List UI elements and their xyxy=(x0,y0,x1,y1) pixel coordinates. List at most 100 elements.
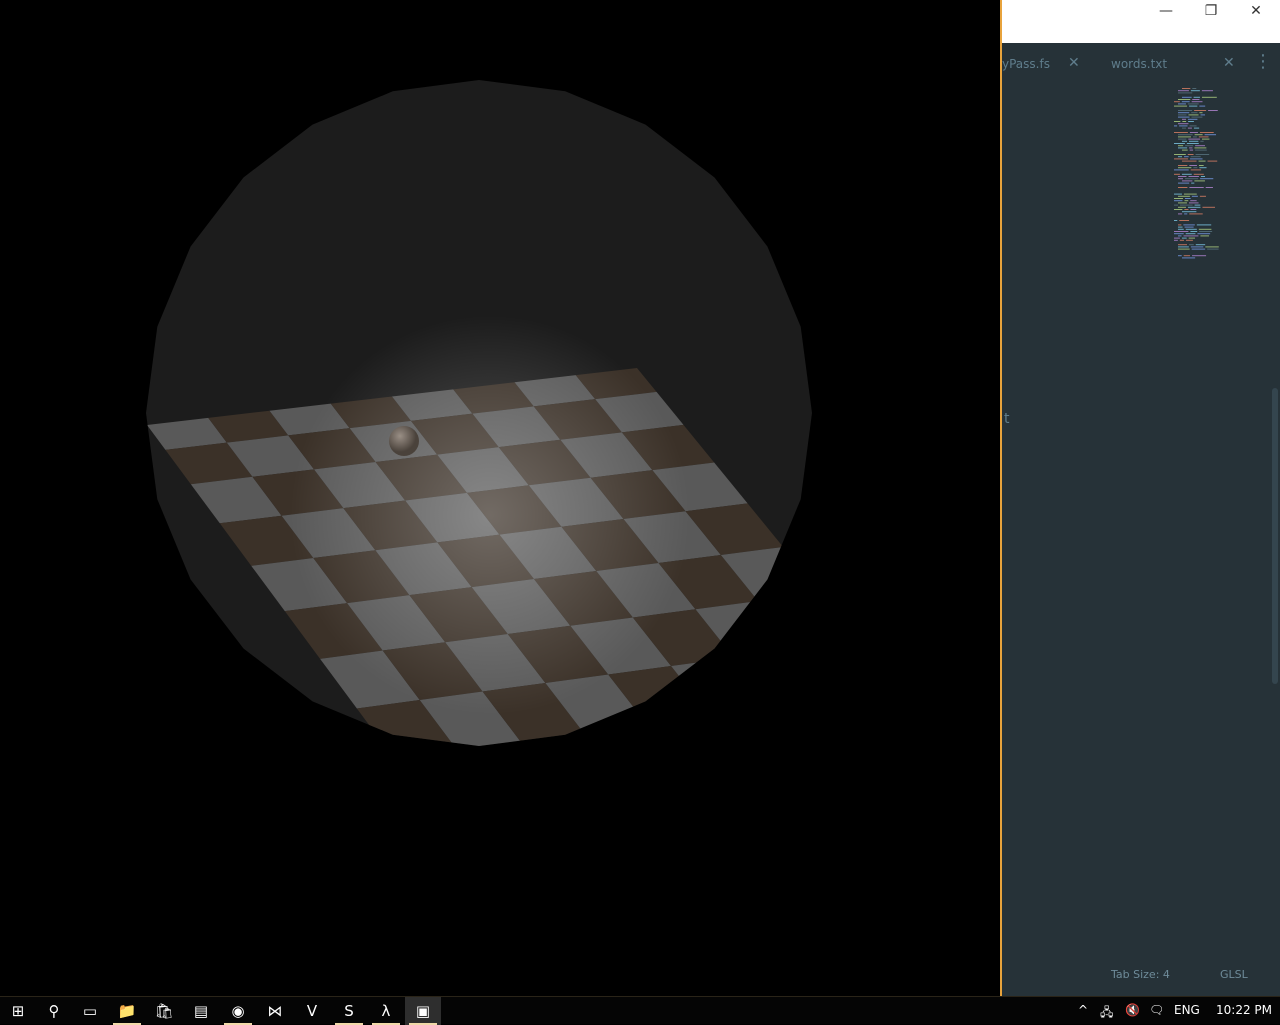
minimap-line xyxy=(1181,101,1190,103)
minimap-line xyxy=(1189,140,1199,142)
minimap-line xyxy=(1182,121,1187,122)
tab-size-indicator[interactable]: Tab Size: 4 xyxy=(1111,968,1170,981)
syntax-indicator[interactable]: GLSL xyxy=(1220,968,1248,981)
clock[interactable]: 10:22 PM xyxy=(1216,1003,1272,1017)
minimap-line xyxy=(1195,145,1205,147)
scrollbar[interactable] xyxy=(1272,388,1278,684)
minimap-line xyxy=(1189,165,1197,166)
floor-tile xyxy=(796,640,812,699)
windows-start-icon[interactable]: ⊞ xyxy=(0,997,36,1025)
window-app-icon[interactable]: ▣ xyxy=(405,997,441,1025)
minimap-line xyxy=(1200,235,1210,237)
minimap-line xyxy=(1191,116,1203,118)
minimap-line xyxy=(1178,112,1190,114)
minimap-line xyxy=(1184,209,1189,210)
minimap-line xyxy=(1174,101,1180,103)
volume-muted-icon[interactable]: 🔇 xyxy=(1125,1003,1140,1017)
show-hidden-icons-icon[interactable]: ^ xyxy=(1078,1003,1088,1017)
minimap-line xyxy=(1204,134,1217,136)
tab-words-txt[interactable]: words.txt xyxy=(1111,57,1167,71)
minimap-line xyxy=(1174,231,1189,232)
language-indicator[interactable]: ENG xyxy=(1174,1003,1200,1017)
control-panel-icon[interactable]: ▤ xyxy=(183,997,219,1025)
more-icon[interactable]: ⋮ xyxy=(1254,51,1272,72)
minimap-line xyxy=(1188,121,1194,122)
sublime-text-icon[interactable]: S xyxy=(331,997,367,1025)
minimap-line xyxy=(1183,224,1195,226)
minimap-line xyxy=(1192,88,1197,89)
minimap-line xyxy=(1174,154,1186,155)
minimap-line xyxy=(1193,167,1198,169)
notifications-icon[interactable]: 🗨 xyxy=(1149,1003,1164,1017)
minimap-line xyxy=(1184,226,1194,228)
minimap-line xyxy=(1194,147,1207,149)
minimap-line xyxy=(1202,206,1216,208)
minimap-line xyxy=(1178,99,1191,100)
minimap-line xyxy=(1191,112,1198,114)
minimap-line xyxy=(1188,138,1200,140)
minimap-line xyxy=(1178,156,1183,158)
minimap-line xyxy=(1199,231,1213,232)
minimap-line xyxy=(1190,90,1200,92)
minimap-line xyxy=(1192,136,1197,138)
minimap-line xyxy=(1184,156,1189,158)
minimap-line xyxy=(1182,118,1186,120)
minimap-line xyxy=(1178,244,1188,246)
minimap-line xyxy=(1188,237,1195,239)
close-tab-icon[interactable]: ✕ xyxy=(1223,55,1235,71)
network-icon[interactable]: 🖧 xyxy=(1100,1003,1113,1024)
minimap-line xyxy=(1199,167,1207,169)
vim-icon[interactable]: V xyxy=(294,997,330,1025)
minimap-line xyxy=(1191,248,1206,250)
minimap-line xyxy=(1201,96,1217,98)
minimap-line xyxy=(1192,255,1207,257)
task-view-icon[interactable]: ▭ xyxy=(72,997,108,1025)
code-editor-window: — ❐ ✕ yPass.fs ✕ words.txt ✕ ⋮ t Tab Siz… xyxy=(1000,0,1280,996)
tab-fragment-shader[interactable]: yPass.fs xyxy=(1002,57,1050,71)
minimap-line xyxy=(1181,173,1192,175)
minimap-line xyxy=(1178,187,1188,188)
minimap-line xyxy=(1189,213,1203,215)
minimap-line xyxy=(1190,200,1197,202)
file-explorer-icon[interactable]: 📁 xyxy=(109,997,145,1025)
minimap[interactable] xyxy=(1174,88,1254,263)
minimap-line xyxy=(1190,158,1203,160)
minimap-line xyxy=(1190,169,1202,171)
minimap-line xyxy=(1178,228,1184,230)
minimap-line xyxy=(1178,92,1193,94)
store-icon[interactable]: 🛍 xyxy=(146,997,182,1025)
minimap-line xyxy=(1184,213,1188,215)
minimap-line xyxy=(1197,233,1211,235)
minimap-line xyxy=(1187,154,1194,155)
minimap-line xyxy=(1190,246,1204,248)
minimap-line xyxy=(1178,165,1188,166)
minimize-button[interactable]: — xyxy=(1143,0,1189,22)
minimap-line xyxy=(1174,158,1189,160)
minimap-line xyxy=(1174,237,1180,239)
minimap-line xyxy=(1188,114,1199,116)
minimap-line xyxy=(1205,187,1213,188)
minimap-line xyxy=(1190,156,1201,158)
minimap-line xyxy=(1174,233,1184,235)
chrome-icon[interactable]: ◉ xyxy=(220,997,256,1025)
minimap-line xyxy=(1187,127,1192,129)
close-tab-icon[interactable]: ✕ xyxy=(1068,55,1080,71)
minimap-line xyxy=(1199,112,1203,114)
minimap-line xyxy=(1201,90,1213,92)
opengl-render-view[interactable] xyxy=(0,0,1000,996)
minimap-line xyxy=(1194,180,1205,182)
minimap-line xyxy=(1174,121,1181,122)
restore-button[interactable]: ❐ xyxy=(1188,0,1234,22)
search-icon[interactable]: ⚲ xyxy=(36,997,72,1025)
minimap-line xyxy=(1199,105,1206,107)
visual-studio-icon[interactable]: ⋈ xyxy=(257,997,293,1025)
minimap-line xyxy=(1178,178,1184,180)
minimap-line xyxy=(1200,140,1204,142)
minimap-line xyxy=(1195,244,1206,246)
close-button[interactable]: ✕ xyxy=(1233,0,1279,22)
minimap-line xyxy=(1178,110,1193,111)
minimap-line xyxy=(1200,114,1206,116)
tab-bar: yPass.fs ✕ words.txt ✕ ⋮ xyxy=(1002,43,1280,85)
lambda-app-icon[interactable]: λ xyxy=(368,997,404,1025)
minimap-line xyxy=(1182,160,1197,162)
